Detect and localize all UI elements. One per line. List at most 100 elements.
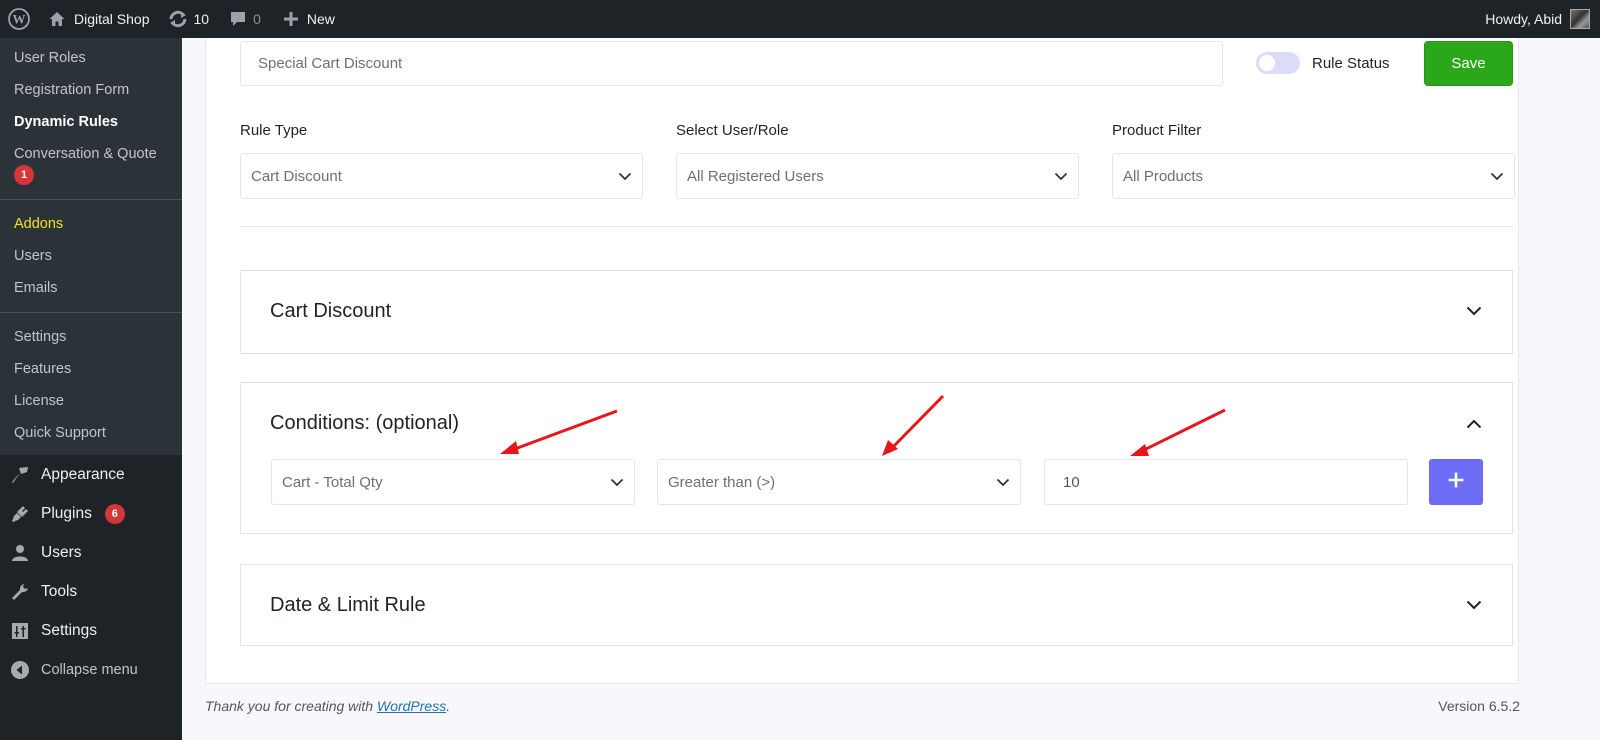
chevron-down-icon	[618, 172, 632, 181]
updates-icon	[168, 10, 188, 28]
product-filter-label: Product Filter	[1112, 122, 1202, 139]
date-limit-section: Date & Limit Rule	[240, 564, 1513, 646]
footer-thanks-suffix: .	[446, 698, 451, 714]
conversation-badge: 1	[14, 165, 34, 185]
howdy-text: Howdy, Abid	[1485, 11, 1562, 27]
condition-type-select[interactable]: Cart - Total Qty	[271, 459, 635, 505]
my-account-link[interactable]: Howdy, Abid	[1477, 0, 1600, 38]
user-icon	[10, 543, 30, 563]
section-divider	[240, 226, 1513, 227]
collapse-arrow-icon	[10, 660, 30, 680]
rule-type-select[interactable]: Cart Discount	[240, 153, 643, 199]
submenu-emails[interactable]: Emails	[0, 272, 182, 304]
user-role-select[interactable]: All Registered Users	[676, 153, 1079, 199]
submenu-features[interactable]: Features	[0, 353, 182, 385]
submenu-license[interactable]: License	[0, 385, 182, 417]
submenu-conversation-quote[interactable]: Conversation & Quote 1	[0, 138, 182, 191]
site-name: Digital Shop	[74, 11, 150, 27]
submenu-quick-support[interactable]: Quick Support	[0, 417, 182, 449]
condition-type-value: Cart - Total Qty	[282, 473, 383, 491]
product-filter-value: All Products	[1123, 167, 1204, 185]
chevron-up-icon[interactable]	[1466, 419, 1482, 429]
main-content: Special Cart Discount Rule Status Save R…	[182, 38, 1600, 740]
home-icon	[48, 10, 66, 28]
wrench-icon	[10, 582, 30, 602]
new-content-link[interactable]: New	[269, 0, 343, 38]
rule-title-input[interactable]: Special Cart Discount	[240, 41, 1223, 86]
wordpress-link[interactable]: WordPress	[377, 698, 446, 714]
condition-operator-value: Greater than (>)	[668, 473, 776, 491]
menu-tools[interactable]: Tools	[0, 572, 182, 611]
menu-appearance[interactable]: Appearance	[0, 455, 182, 494]
comment-icon	[229, 10, 247, 28]
wp-version: Version 6.5.2	[1438, 698, 1520, 714]
submenu-user-roles[interactable]: User Roles	[0, 42, 182, 74]
menu-plugins[interactable]: Plugins 6	[0, 494, 182, 533]
menu-settings[interactable]: Settings	[0, 611, 182, 650]
submenu-conversation-quote-label: Conversation & Quote	[14, 146, 157, 162]
submenu-users[interactable]: Users	[0, 240, 182, 272]
menu-tools-label: Tools	[41, 582, 78, 600]
rule-status-control: Rule Status	[1256, 52, 1390, 74]
menu-appearance-label: Appearance	[41, 465, 125, 483]
settings-sliders-icon	[10, 621, 30, 641]
comments-link[interactable]: 0	[217, 0, 269, 38]
toggle-knob	[1259, 55, 1275, 71]
condition-operator-select[interactable]: Greater than (>)	[657, 459, 1021, 505]
updates-link[interactable]: 10	[158, 0, 218, 38]
date-limit-title[interactable]: Date & Limit Rule	[270, 594, 426, 617]
site-name-link[interactable]: Digital Shop	[40, 0, 158, 38]
svg-text:W: W	[13, 12, 26, 27]
chevron-down-icon[interactable]	[1466, 600, 1482, 610]
product-filter-select[interactable]: All Products	[1112, 153, 1515, 199]
chevron-down-icon	[610, 478, 624, 487]
user-role-label: Select User/Role	[676, 122, 789, 139]
rule-editor-card: Special Cart Discount Rule Status Save R…	[205, 38, 1519, 684]
save-button[interactable]: Save	[1424, 41, 1513, 86]
wordpress-menu[interactable]: W	[0, 0, 40, 38]
rule-type-value: Cart Discount	[251, 167, 342, 185]
submenu-separator	[0, 312, 182, 313]
user-role-value: All Registered Users	[687, 167, 824, 185]
plugin-icon	[10, 504, 30, 524]
rule-type-label: Rule Type	[240, 122, 308, 139]
admin-bar: W Digital Shop 10 0 New Howdy, Abid	[0, 0, 1600, 38]
menu-plugins-label: Plugins	[41, 504, 92, 522]
submenu-settings[interactable]: Settings	[0, 321, 182, 353]
add-condition-button[interactable]	[1429, 459, 1483, 505]
chevron-down-icon	[996, 478, 1010, 487]
submenu-separator	[0, 199, 182, 200]
footer-thanks: Thank you for creating with WordPress.	[205, 698, 450, 714]
chevron-down-icon	[1490, 172, 1504, 181]
collapse-menu-label: Collapse menu	[41, 661, 138, 678]
rule-status-toggle[interactable]	[1256, 52, 1300, 74]
page-gutter	[1520, 38, 1600, 740]
cart-discount-title[interactable]: Cart Discount	[270, 300, 391, 323]
menu-settings-label: Settings	[41, 621, 98, 639]
plus-icon	[283, 11, 299, 27]
chevron-down-icon[interactable]	[1466, 306, 1482, 316]
condition-value-input[interactable]: 10	[1044, 459, 1408, 505]
menu-users-label: Users	[41, 543, 82, 561]
menu-users[interactable]: Users	[0, 533, 182, 572]
plus-icon	[1447, 471, 1465, 494]
admin-sidebar: User Roles Registration Form Dynamic Rul…	[0, 38, 182, 740]
updates-count: 10	[193, 11, 210, 27]
plugin-submenu: User Roles Registration Form Dynamic Rul…	[0, 38, 182, 455]
conditions-section: Conditions: (optional) Cart - Total Qty …	[240, 382, 1513, 534]
rule-status-label: Rule Status	[1312, 54, 1390, 72]
cart-discount-section: Cart Discount	[240, 270, 1513, 354]
submenu-addons[interactable]: Addons	[0, 208, 182, 240]
conditions-title[interactable]: Conditions: (optional)	[270, 412, 459, 435]
avatar	[1570, 9, 1590, 29]
wordpress-logo-icon: W	[8, 8, 30, 30]
paintbrush-icon	[10, 465, 30, 485]
plugins-update-badge: 6	[104, 503, 125, 524]
submenu-dynamic-rules[interactable]: Dynamic Rules	[0, 106, 182, 138]
submenu-registration-form[interactable]: Registration Form	[0, 74, 182, 106]
footer-thanks-prefix: Thank you for creating with	[205, 698, 377, 714]
chevron-down-icon	[1054, 172, 1068, 181]
new-label: New	[306, 11, 335, 27]
comments-count: 0	[253, 11, 261, 27]
collapse-menu-button[interactable]: Collapse menu	[0, 650, 182, 689]
